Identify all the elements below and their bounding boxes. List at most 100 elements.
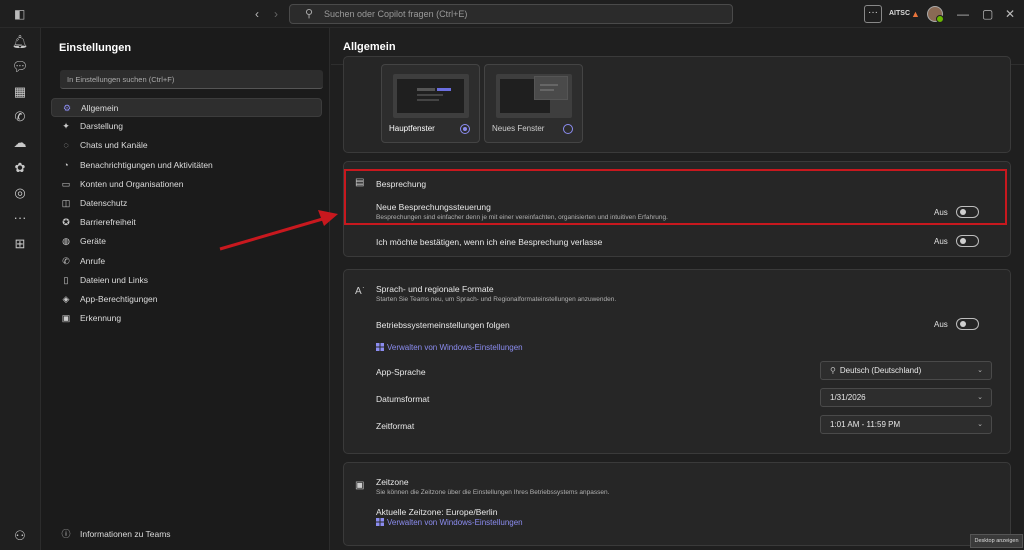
settings-title: Einstellungen bbox=[59, 42, 132, 54]
sidebar-toggle-icon[interactable]: ◧ bbox=[14, 0, 25, 28]
back-arrow-icon[interactable]: ‹ bbox=[255, 0, 259, 28]
language-icon: A͘ bbox=[355, 286, 362, 297]
file-icon: ▯ bbox=[63, 274, 69, 285]
page-title: Allgemein bbox=[343, 41, 396, 53]
sidebar-item-label: Dateien und Links bbox=[80, 274, 149, 285]
org-label[interactable]: AITSC bbox=[889, 0, 910, 28]
phone-icon[interactable]: ✆ bbox=[0, 109, 40, 125]
main-window-preview bbox=[393, 74, 469, 118]
sidebar-item[interactable]: ▯ Dateien und Links bbox=[51, 271, 322, 290]
timezone-desc: Sie können die Zeitzone über die Einstel… bbox=[376, 489, 610, 496]
timezone-manage-windows-settings-link[interactable]: Verwalten von Windows-Einstellungen bbox=[376, 518, 523, 527]
sidebar-item[interactable]: ◌ Chats und Kanäle bbox=[51, 136, 322, 155]
avatar[interactable] bbox=[927, 6, 944, 23]
chat-icon[interactable]: 💬︎ bbox=[0, 59, 40, 75]
shield-icon: ◈ bbox=[62, 294, 70, 304]
cloud-icon[interactable]: ☁ bbox=[0, 135, 40, 151]
timezone-manage-windows-settings-label: Verwalten von Windows-Einstellungen bbox=[387, 518, 523, 527]
annotation-highlight-box bbox=[344, 169, 1007, 225]
sidebar-item[interactable]: ⚙ Allgemein bbox=[51, 98, 322, 117]
sidebar-item[interactable]: ◈ App-Berechtigungen bbox=[51, 290, 322, 309]
settings-sidebar: Einstellungen In Einstellungen suchen (C… bbox=[40, 28, 330, 550]
main-window-radio[interactable] bbox=[460, 124, 470, 134]
calendar-clock-icon: ▣ bbox=[355, 480, 365, 491]
sidebar-item[interactable]: ▣ Erkennung bbox=[51, 309, 322, 328]
bell-icon: ◔ bbox=[63, 159, 69, 170]
maximize-button[interactable]: ▢ bbox=[982, 0, 993, 28]
sidebar-item[interactable]: ✆ Anrufe bbox=[51, 252, 322, 271]
app-language-label: App-Sprache bbox=[376, 367, 426, 377]
follow-os-toggle[interactable] bbox=[956, 318, 979, 330]
follow-os-state: Aus bbox=[934, 320, 948, 329]
sidebar-item-label: Anrufe bbox=[80, 255, 106, 266]
close-button[interactable]: ✕ bbox=[1005, 0, 1015, 28]
main-window-label: Hauptfenster bbox=[389, 124, 435, 133]
title-bar: ◧ ‹ › ⚲ Suchen oder Copilot fragen (Ctrl… bbox=[0, 0, 1024, 28]
confirm-leave-toggle[interactable] bbox=[956, 235, 979, 247]
window-option-new[interactable]: Neues Fenster bbox=[484, 64, 583, 143]
account-settings-icon[interactable]: ⚇ bbox=[0, 528, 40, 544]
sidebar-item[interactable]: ▭ Konten und Organisationen bbox=[51, 175, 322, 194]
sidebar-item[interactable]: ◔ Benachrichtigungen und Aktivitäten bbox=[51, 156, 322, 175]
sidebar-item-label: Erkennung bbox=[80, 313, 122, 324]
copilot-icon[interactable]: ✿ bbox=[0, 160, 40, 176]
language-card: A͘ Sprach- und regionale Formate Starten… bbox=[343, 269, 1011, 454]
time-format-dropdown[interactable]: 1:01 AM - 11:59 PM ⌄ bbox=[820, 415, 992, 434]
info-icon: ⓘ bbox=[61, 529, 71, 539]
more-options-button[interactable]: ··· bbox=[864, 5, 882, 23]
lock-icon: ◫ bbox=[61, 198, 71, 208]
search-icon: ⚲ bbox=[830, 366, 836, 375]
sidebar-item-label: Darstellung bbox=[80, 121, 123, 132]
bell-icon[interactable]: 🔔︎ bbox=[0, 34, 40, 50]
confirm-leave-state: Aus bbox=[934, 237, 948, 246]
app-language-dropdown[interactable]: ⚲ Deutsch (Deutschland) ⌄ bbox=[820, 361, 992, 380]
new-window-preview bbox=[496, 74, 572, 118]
time-format-value: 1:01 AM - 11:59 PM bbox=[830, 420, 901, 429]
add-app-icon[interactable]: ⊞ bbox=[0, 236, 40, 252]
sidebar-item-label: Chats und Kanäle bbox=[80, 140, 148, 151]
new-window-label: Neues Fenster bbox=[492, 124, 545, 133]
about-teams-link[interactable]: ⓘ Informationen zu Teams bbox=[51, 525, 322, 544]
settings-search-input[interactable]: In Einstellungen suchen (Ctrl+F) bbox=[60, 70, 323, 89]
sidebar-item[interactable]: ✦ Darstellung bbox=[51, 117, 322, 136]
about-teams-label: Informationen zu Teams bbox=[80, 529, 171, 539]
recognition-icon: ▣ bbox=[61, 313, 71, 324]
minimize-button[interactable]: — bbox=[957, 0, 969, 28]
sidebar-item-label: App-Berechtigungen bbox=[80, 294, 158, 304]
global-search-input[interactable]: ⚲ Suchen oder Copilot fragen (Ctrl+E) bbox=[289, 4, 733, 24]
show-desktop-tooltip: Desktop anzeigen bbox=[970, 534, 1023, 548]
sidebar-item-label: Datenschutz bbox=[80, 198, 128, 208]
sidebar-item-label: Allgemein bbox=[81, 103, 119, 113]
follow-os-label: Betriebssystemeinstellungen folgen bbox=[376, 320, 510, 330]
confirm-leave-label: Ich möchte bestätigen, wenn ich eine Bes… bbox=[376, 237, 603, 247]
language-title: Sprach- und regionale Formate bbox=[376, 284, 494, 294]
sidebar-item[interactable]: ◫ Datenschutz bbox=[51, 194, 322, 213]
forward-arrow-icon[interactable]: › bbox=[274, 0, 278, 28]
chevron-down-icon: ⌄ bbox=[977, 421, 983, 428]
app-language-value: Deutsch (Deutschland) bbox=[839, 366, 922, 375]
sidebar-item-label: Geräte bbox=[80, 236, 106, 247]
windows-icon bbox=[376, 343, 384, 351]
warning-icon[interactable]: ▲ bbox=[911, 0, 920, 28]
sidebar-item[interactable]: ◍ Geräte bbox=[51, 232, 322, 251]
window-options-card: Hauptfenster Neues Fenster bbox=[343, 56, 1011, 153]
date-format-value: 1/31/2026 bbox=[830, 393, 866, 402]
date-format-dropdown[interactable]: 1/31/2026 ⌄ bbox=[820, 388, 992, 407]
calendar-icon[interactable]: ▦ bbox=[0, 84, 40, 100]
app-rail: 🔔︎ 💬︎ ▦ ✆ ☁ ✿ ◎ ··· ⊞ ⚇ bbox=[0, 28, 40, 550]
window-option-main[interactable]: Hauptfenster bbox=[381, 64, 480, 143]
loop-icon[interactable]: ◎ bbox=[0, 185, 40, 201]
wand-icon: ✦ bbox=[62, 121, 70, 132]
new-window-radio[interactable] bbox=[563, 124, 573, 134]
timezone-card: ▣ Zeitzone Sie können die Zeitzone über … bbox=[343, 462, 1011, 546]
more-icon[interactable]: ··· bbox=[0, 210, 40, 225]
speaker-icon: ◍ bbox=[62, 236, 70, 247]
main-panel: Allgemein Hauptfenster Neues Fenster ▤ B… bbox=[331, 28, 1024, 550]
language-desc: Starten Sie Teams neu, um Sprach- und Re… bbox=[376, 296, 617, 303]
accessibility-icon: ✪ bbox=[62, 217, 70, 228]
manage-windows-settings-link[interactable]: Verwalten von Windows-Einstellungen bbox=[376, 343, 523, 352]
sidebar-item[interactable]: ✪ Barrierefreiheit bbox=[51, 213, 322, 232]
global-search-placeholder: Suchen oder Copilot fragen (Ctrl+E) bbox=[324, 9, 468, 19]
timezone-title: Zeitzone bbox=[376, 477, 409, 487]
manage-windows-settings-label: Verwalten von Windows-Einstellungen bbox=[387, 343, 523, 352]
